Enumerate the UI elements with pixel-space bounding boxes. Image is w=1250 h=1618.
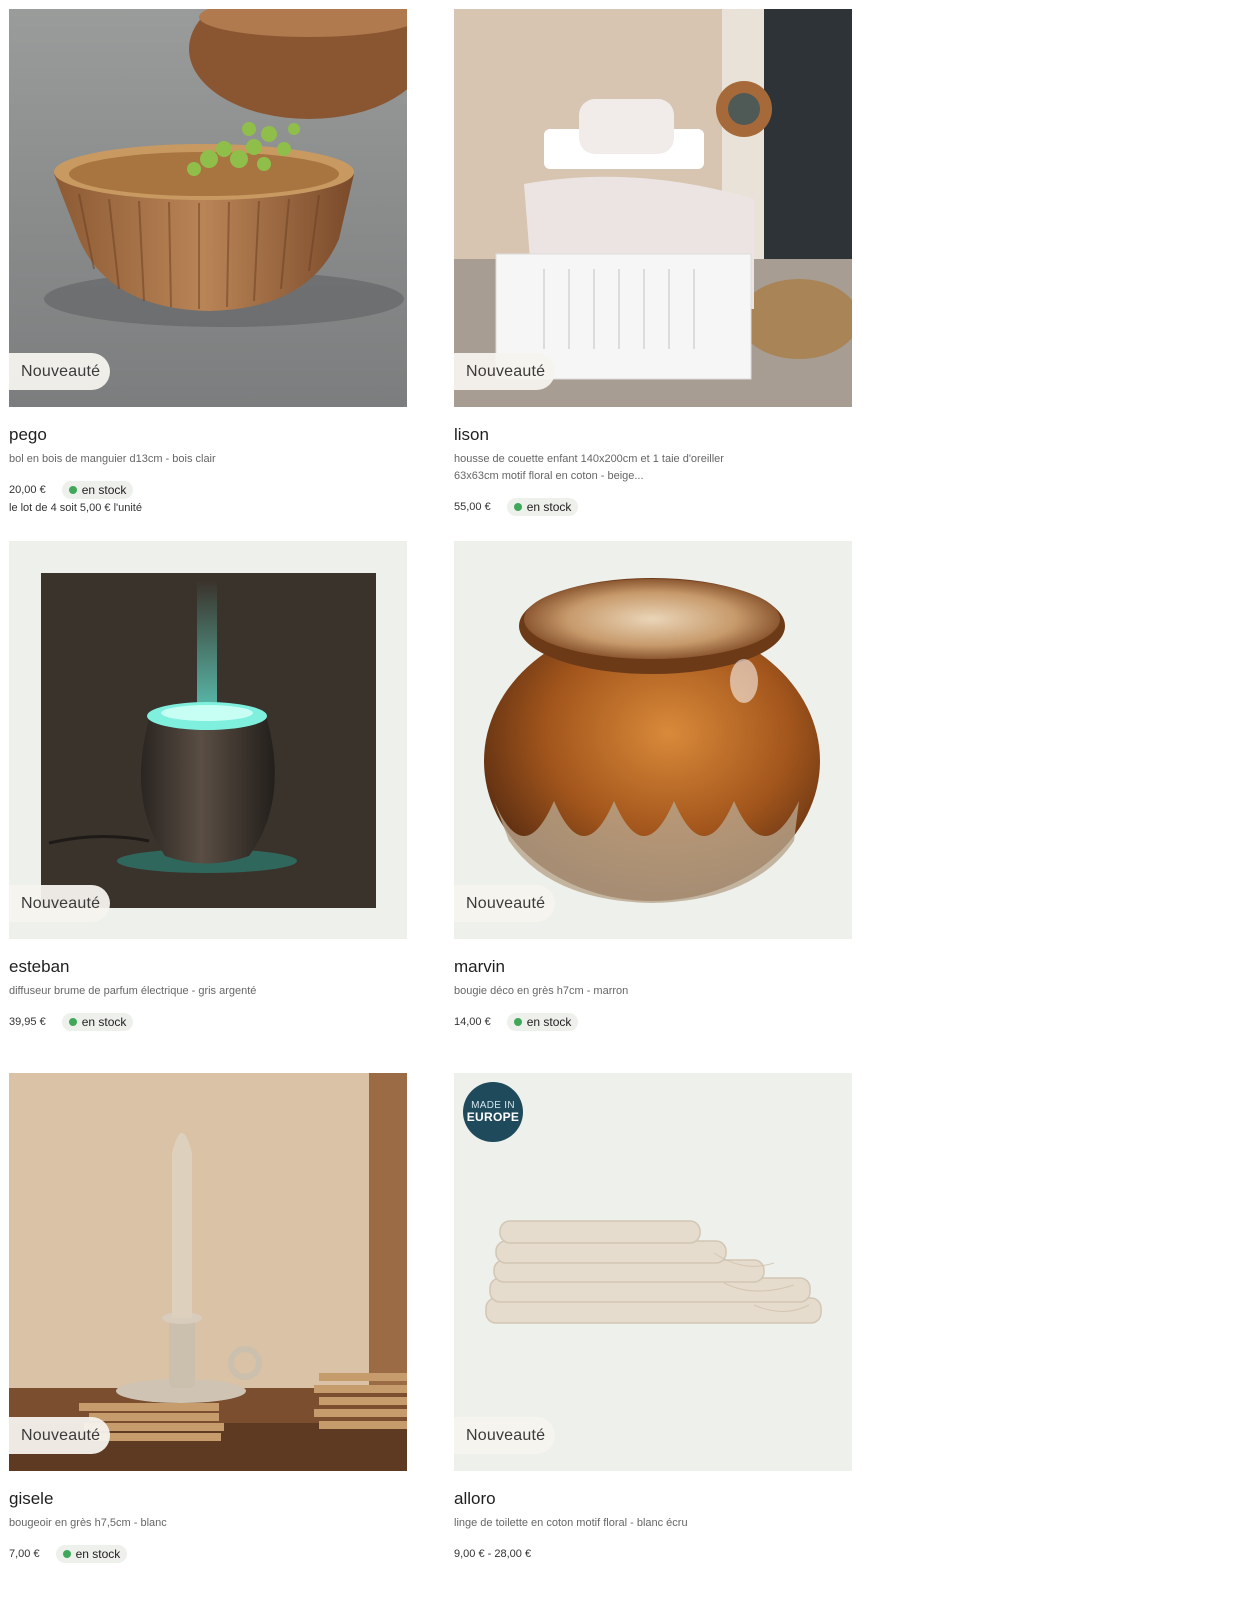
product-description: bougie déco en grès h7cm - marron (454, 985, 629, 997)
stock-badge: en stock (55, 1545, 128, 1563)
product-price: 39,95 € (9, 1016, 46, 1028)
product-price: 14,00 € (454, 1016, 491, 1028)
price-row: 7,00 € en stock (9, 1545, 407, 1563)
stock-label: en stock (526, 500, 572, 514)
in-stock-dot-icon (68, 1018, 77, 1026)
stock-badge: en stock (61, 481, 134, 499)
stock-badge: en stock (506, 1013, 579, 1031)
new-badge: Nouveauté (9, 885, 111, 922)
product-image-bowl[interactable]: Nouveauté (9, 9, 407, 407)
made-in-europe-badge: MADE IN EUROPE (463, 1082, 523, 1142)
product-price: 20,00 € (9, 484, 46, 496)
product-description: bol en bois de manguier d13cm - bois cla… (9, 453, 216, 465)
product-card-esteban[interactable]: Nouveauté esteban diffuseur brume de par… (9, 541, 407, 1073)
product-description: housse de couette enfant 140x200cm et 1 … (454, 453, 724, 482)
new-badge: Nouveauté (454, 885, 556, 922)
stock-label: en stock (526, 1015, 572, 1029)
candlestick-illustration (9, 1073, 407, 1471)
unit-price-note: le lot de 4 soit 5,00 € l'unité (9, 502, 142, 514)
stock-badge: en stock (61, 1013, 134, 1031)
stock-label: en stock (81, 1015, 127, 1029)
product-description: diffuseur brume de parfum électrique - g… (9, 985, 257, 997)
product-name[interactable]: gisele (9, 1489, 407, 1509)
candle-jar-illustration (454, 541, 852, 939)
product-name[interactable]: esteban (9, 957, 407, 977)
product-image-diffuser[interactable]: Nouveauté (9, 541, 407, 939)
product-image-towels[interactable]: MADE IN EUROPE Nouveauté (454, 1073, 852, 1471)
in-stock-dot-icon (513, 1018, 522, 1026)
product-image-candlestick[interactable]: Nouveauté (9, 1073, 407, 1471)
product-description: linge de toilette en coton motif floral … (454, 1517, 688, 1529)
product-card-lison[interactable]: Nouveauté lison housse de couette enfant… (454, 9, 852, 541)
new-badge: Nouveauté (454, 1417, 556, 1454)
bed-illustration (454, 9, 852, 407)
stock-label: en stock (75, 1547, 121, 1561)
product-grid: Nouveauté pego bol en bois de manguier d… (9, 9, 852, 1618)
product-image-candle-jar[interactable]: Nouveauté (454, 541, 852, 939)
new-badge: Nouveauté (9, 353, 111, 390)
product-image-bedding[interactable]: Nouveauté (454, 9, 852, 407)
price-row: 55,00 € en stock (454, 498, 852, 516)
in-stock-dot-icon (513, 503, 522, 511)
product-card-pego[interactable]: Nouveauté pego bol en bois de manguier d… (9, 9, 407, 541)
product-card-marvin[interactable]: Nouveauté marvin bougie déco en grès h7c… (454, 541, 852, 1073)
product-price: 7,00 € (9, 1548, 40, 1560)
in-stock-dot-icon (68, 486, 77, 494)
product-name[interactable]: marvin (454, 957, 852, 977)
new-badge: Nouveauté (454, 353, 556, 390)
new-badge: Nouveauté (9, 1417, 111, 1454)
diffuser-illustration (9, 541, 407, 939)
stock-badge: en stock (506, 498, 579, 516)
price-row: 14,00 € en stock (454, 1013, 852, 1031)
product-name[interactable]: pego (9, 425, 407, 445)
product-card-gisele[interactable]: Nouveauté gisele bougeoir en grès h7,5cm… (9, 1073, 407, 1618)
price-row: 20,00 € en stock (9, 481, 407, 499)
product-description: bougeoir en grès h7,5cm - blanc (9, 1517, 167, 1529)
product-name[interactable]: lison (454, 425, 852, 445)
product-price: 55,00 € (454, 501, 491, 513)
product-card-alloro[interactable]: MADE IN EUROPE Nouveauté alloro linge de… (454, 1073, 852, 1618)
stock-label: en stock (81, 483, 127, 497)
bowl-illustration (9, 9, 407, 407)
product-price-range: 9,00 € - 28,00 € (454, 1548, 532, 1560)
product-name[interactable]: alloro (454, 1489, 852, 1509)
price-row: 39,95 € en stock (9, 1013, 407, 1031)
price-row: 9,00 € - 28,00 € (454, 1545, 852, 1563)
in-stock-dot-icon (62, 1550, 71, 1558)
